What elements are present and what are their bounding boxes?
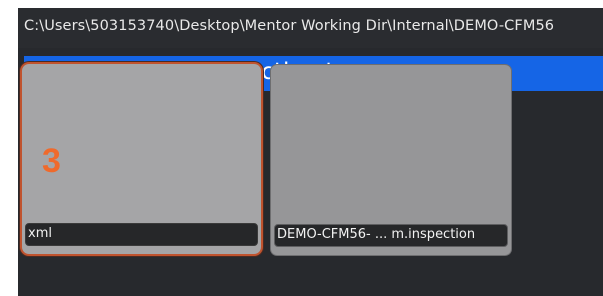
card-label: xml [25,223,258,246]
inspection-card-demo-cfm56[interactable]: DEMO-CFM56- ... m.inspection [270,64,512,256]
folder-path: C:\Users\503153740\Desktop\Mentor Workin… [24,18,555,34]
merge-inspection-screen: C:\Users\503153740\Desktop\Mentor Workin… [18,8,603,296]
card-number: 3 [42,142,61,180]
inspection-card-xml[interactable]: 3 xml [22,64,261,254]
card-label: DEMO-CFM56- ... m.inspection [274,224,508,247]
path-bar: C:\Users\503153740\Desktop\Mentor Workin… [18,8,603,48]
